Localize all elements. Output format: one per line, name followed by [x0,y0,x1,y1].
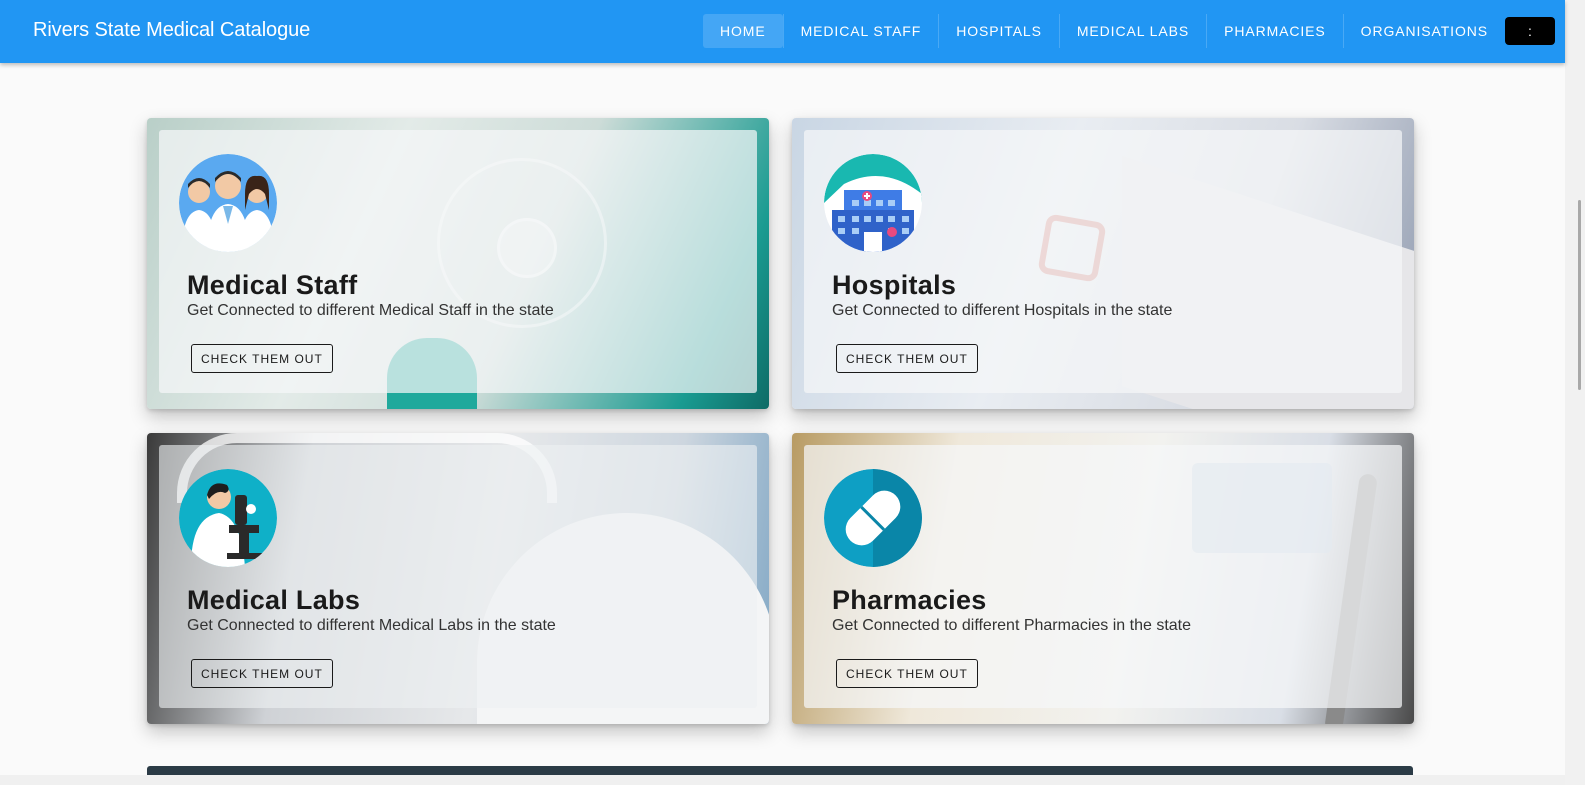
medical-staff-icon [179,154,277,252]
more-menu-button[interactable]: : [1505,17,1555,45]
hospital-icon [824,154,922,252]
card-description: Get Connected to different Medical Labs … [187,617,556,634]
nav-item-home[interactable]: HOME [703,14,783,48]
nav-item-medical-labs[interactable]: MEDICAL LABS [1058,14,1206,48]
card-title: Pharmacies [832,585,987,615]
app-bar: Rivers State Medical Catalogue HOME MEDI… [0,0,1565,63]
pill-icon [824,469,922,567]
nav-item-hospitals[interactable]: HOSPITALS [938,14,1059,48]
lab-scientist-icon [179,469,277,567]
card-medical-staff: Medical Staff Get Connected to different… [147,118,769,409]
vertical-scrollbar[interactable] [1565,0,1585,785]
horizontal-scrollbar[interactable] [0,775,1565,785]
card-hospitals: Hospitals Get Connected to different Hos… [792,118,1414,409]
scrollbar-thumb[interactable] [1578,200,1581,390]
card-title: Medical Labs [187,585,361,615]
main-nav: HOME MEDICAL STAFF HOSPITALS MEDICAL LAB… [703,14,1555,48]
card-description: Get Connected to different Pharmacies in… [832,617,1192,634]
card-pharmacies: Pharmacies Get Connected to different Ph… [792,433,1414,724]
card-title: Hospitals [832,270,957,300]
card-description: Get Connected to different Hospitals in … [832,302,1173,319]
check-them-out-button[interactable]: CHECK THEM OUT [836,659,978,688]
card-medical-labs: Medical Labs Get Connected to different … [147,433,769,724]
check-them-out-button[interactable]: CHECK THEM OUT [836,344,978,373]
nav-item-organisations[interactable]: ORGANISATIONS [1342,14,1505,48]
nav-item-medical-staff[interactable]: MEDICAL STAFF [782,14,939,48]
nav-item-pharmacies[interactable]: PHARMACIES [1206,14,1343,48]
check-them-out-button[interactable]: CHECK THEM OUT [191,659,333,688]
check-them-out-button[interactable]: CHECK THEM OUT [191,344,333,373]
card-description: Get Connected to different Medical Staff… [187,302,554,319]
card-title: Medical Staff [187,270,358,300]
app-title[interactable]: Rivers State Medical Catalogue [33,19,310,42]
